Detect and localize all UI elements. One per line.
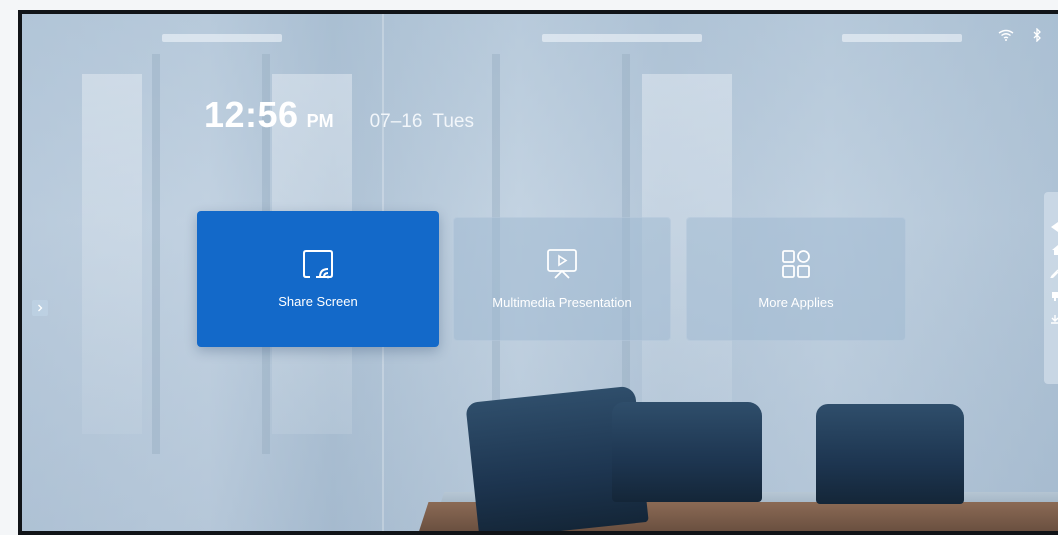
wifi-icon bbox=[998, 29, 1014, 41]
side-toolbar bbox=[1044, 192, 1058, 384]
pen-icon[interactable] bbox=[1048, 268, 1058, 278]
chair bbox=[816, 404, 964, 504]
ceiling-light bbox=[542, 34, 702, 42]
display-bezel: 12:56 PM 07–16 Tues Share Screen Multime… bbox=[18, 10, 1058, 535]
clock-date: 07–16 bbox=[369, 111, 423, 132]
download-icon[interactable] bbox=[1048, 314, 1058, 324]
ceiling-light bbox=[162, 34, 282, 42]
ceiling-light bbox=[842, 34, 962, 42]
clock-ampm: PM bbox=[306, 111, 334, 131]
clock-weekday: Tues bbox=[432, 111, 474, 132]
clock-time: 12:56 bbox=[204, 94, 299, 135]
home-icon[interactable] bbox=[1048, 245, 1058, 255]
share-screen-tile[interactable]: Share Screen bbox=[197, 211, 439, 347]
chevron-right-icon bbox=[36, 299, 44, 317]
screen-cast-icon bbox=[300, 249, 336, 284]
back-icon[interactable] bbox=[1048, 222, 1058, 232]
window-mullion bbox=[152, 54, 160, 454]
status-bar bbox=[998, 28, 1042, 42]
multimedia-presentation-label: Multimedia Presentation bbox=[492, 295, 632, 310]
presentation-icon bbox=[545, 248, 579, 285]
multimedia-presentation-tile[interactable]: Multimedia Presentation bbox=[453, 217, 671, 341]
more-applies-tile[interactable]: More Applies bbox=[686, 217, 906, 341]
apps-grid-icon bbox=[780, 248, 812, 285]
bluetooth-icon bbox=[1032, 28, 1042, 42]
share-screen-label: Share Screen bbox=[278, 294, 358, 309]
home-screen: 12:56 PM 07–16 Tues Share Screen Multime… bbox=[22, 14, 1058, 531]
more-applies-label: More Applies bbox=[758, 295, 834, 310]
left-panel-toggle[interactable] bbox=[32, 300, 48, 316]
screen-icon[interactable] bbox=[1048, 291, 1058, 301]
window-pane bbox=[82, 74, 142, 434]
chair bbox=[612, 402, 762, 502]
clock-widget: 12:56 PM 07–16 Tues bbox=[204, 94, 474, 136]
